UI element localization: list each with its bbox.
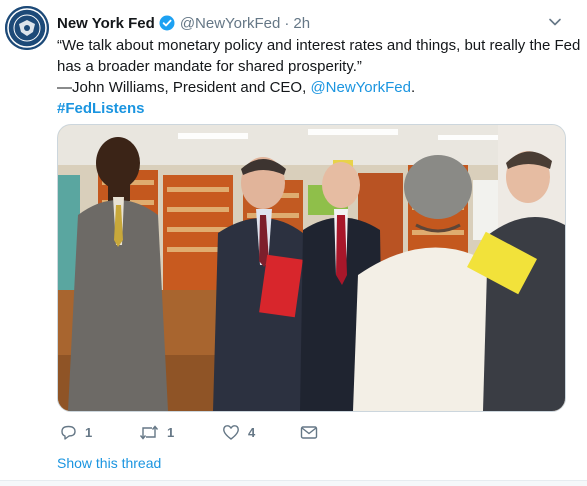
show-thread-link[interactable]: Show this thread [57,455,161,471]
like-button[interactable]: 4 [222,424,300,441]
header-separator: · [284,14,290,32]
reply-icon [60,424,77,441]
author-handle[interactable]: @NewYorkFed [180,15,281,32]
reply-count: 1 [85,425,93,440]
attribution-line: —John Williams, President and CEO, @NewY… [57,77,557,98]
like-count: 4 [248,425,256,440]
attribution-suffix: . [410,79,416,96]
tweet-photo[interactable] [57,124,566,412]
hashtag-link[interactable]: #FedListens [57,98,557,119]
author-name[interactable]: New York Fed [57,15,155,32]
tweet-body: New York Fed @NewYorkFed · 2h “We talk a… [0,0,587,481]
avatar[interactable] [5,6,49,50]
retweet-count: 1 [167,425,175,440]
direct-message-button[interactable] [300,425,318,440]
library-meeting-photo [58,125,565,411]
tweet-text-line: has a broader mandate for shared prosper… [57,58,362,75]
reply-button[interactable]: 1 [60,424,139,441]
verified-badge-icon [159,15,175,31]
attribution-text: —John Williams, President and CEO, [57,79,311,96]
envelope-icon [300,425,318,440]
tweet-timestamp[interactable]: 2h [293,15,310,32]
tweet-actions: 1 1 4 [60,424,318,441]
tweet-text-line: “We talk about monetary policy and inter… [57,37,581,54]
mention-link[interactable]: @NewYorkFed [310,79,411,96]
tweet-header: New York Fed @NewYorkFed · 2h [57,13,310,33]
tweet-text: “We talk about monetary policy and inter… [57,35,581,119]
retweet-icon [139,424,159,441]
heart-icon [222,424,240,441]
tweet-card[interactable]: New York Fed @NewYorkFed · 2h “We talk a… [0,0,587,486]
fed-seal-icon [5,6,49,50]
chevron-down-icon[interactable] [547,14,563,30]
retweet-button[interactable]: 1 [139,424,222,441]
